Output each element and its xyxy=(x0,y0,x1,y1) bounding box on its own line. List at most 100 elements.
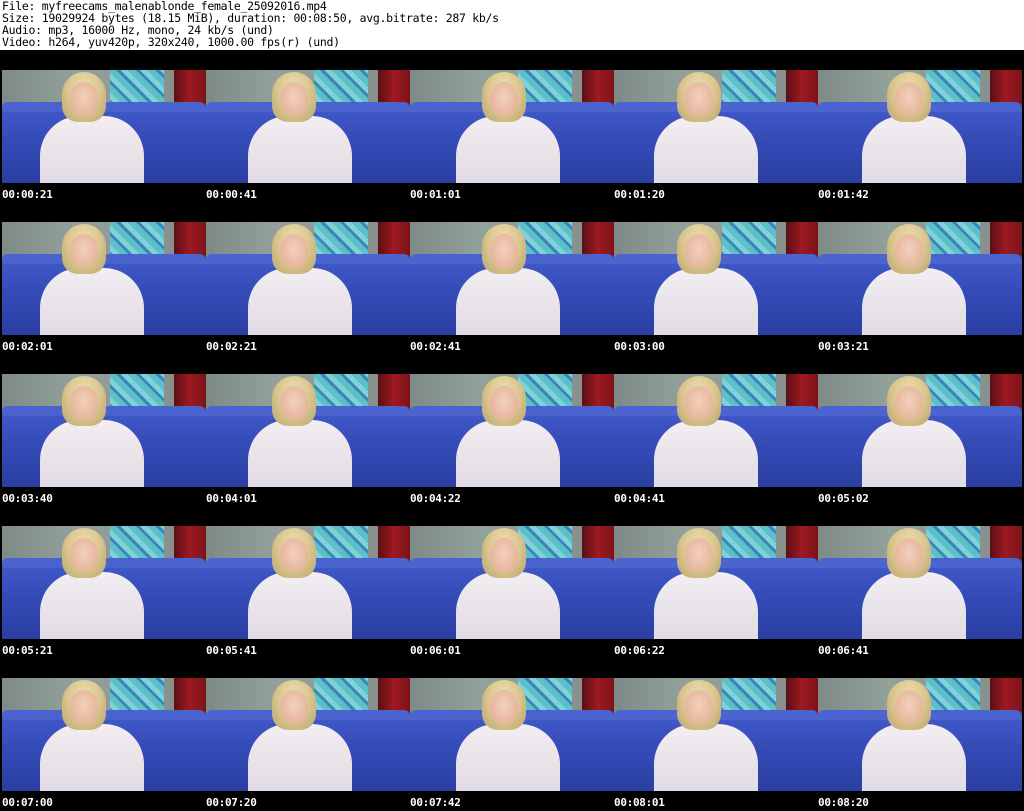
timestamp-label: 00:01:20 xyxy=(614,188,665,201)
person-shirt xyxy=(248,116,352,183)
thumbnail-cell: 00:05:41 xyxy=(204,506,410,658)
thumbnail-cell: 00:08:01 xyxy=(612,658,818,810)
person-face xyxy=(280,690,308,724)
person-face xyxy=(70,234,98,268)
person-shirt xyxy=(248,572,352,639)
person-face xyxy=(490,234,518,268)
video-frame-thumbnail xyxy=(614,374,818,487)
person-face xyxy=(685,386,713,420)
video-frame-thumbnail xyxy=(614,222,818,335)
timestamp-label: 00:03:00 xyxy=(614,340,665,353)
video-frame-thumbnail xyxy=(206,526,410,639)
thumbnail-cell: 00:05:21 xyxy=(0,506,206,658)
person-shirt xyxy=(40,724,144,791)
thumbnail-grid: 00:00:21 00:00:41 00:01:01 00:01:20 00:01:42… xyxy=(0,50,1024,811)
thumbnail-cell: 00:07:42 xyxy=(408,658,614,810)
video-frame-thumbnail xyxy=(2,526,206,639)
video-frame-thumbnail xyxy=(206,70,410,183)
timestamp-label: 00:00:21 xyxy=(2,188,53,201)
person-shirt xyxy=(862,420,966,487)
thumbnail-cell: 00:04:41 xyxy=(612,354,818,506)
person-face xyxy=(70,538,98,572)
person-face xyxy=(490,82,518,116)
thumbnail-cell: 00:06:01 xyxy=(408,506,614,658)
person-face xyxy=(685,538,713,572)
timestamp-label: 00:06:01 xyxy=(410,644,461,657)
person-face xyxy=(895,538,923,572)
person-shirt xyxy=(862,116,966,183)
thumbnail-cell: 00:07:20 xyxy=(204,658,410,810)
person-shirt xyxy=(862,724,966,791)
person-shirt xyxy=(862,268,966,335)
video-frame-thumbnail xyxy=(2,70,206,183)
video-frame-thumbnail xyxy=(818,678,1022,791)
thumbnail-cell: 00:08:20 xyxy=(816,658,1022,810)
video-frame-thumbnail xyxy=(410,374,614,487)
person-shirt xyxy=(248,420,352,487)
person-face xyxy=(70,82,98,116)
thumbnail-cell: 00:03:40 xyxy=(0,354,206,506)
file-info-header: File: myfreecams_malenablonde_female_250… xyxy=(0,0,1024,50)
timestamp-label: 00:07:42 xyxy=(410,796,461,809)
video-frame-thumbnail xyxy=(410,678,614,791)
person-face xyxy=(895,234,923,268)
video-frame-thumbnail xyxy=(614,678,818,791)
timestamp-label: 00:08:20 xyxy=(818,796,869,809)
thumbnail-cell: 00:06:22 xyxy=(612,506,818,658)
thumbnail-cell: 00:01:01 xyxy=(408,50,614,202)
person-shirt xyxy=(654,268,758,335)
video-frame-thumbnail xyxy=(614,526,818,639)
timestamp-label: 00:07:20 xyxy=(206,796,257,809)
person-face xyxy=(70,386,98,420)
person-face xyxy=(685,82,713,116)
person-shirt xyxy=(248,268,352,335)
timestamp-label: 00:05:21 xyxy=(2,644,53,657)
video-info-line: Video: h264, yuv420p, 320x240, 1000.00 f… xyxy=(2,35,340,49)
timestamp-label: 00:04:22 xyxy=(410,492,461,505)
person-face xyxy=(895,82,923,116)
timestamp-label: 00:04:41 xyxy=(614,492,665,505)
person-shirt xyxy=(40,268,144,335)
person-shirt xyxy=(862,572,966,639)
video-frame-thumbnail xyxy=(206,374,410,487)
thumbnail-cell: 00:00:41 xyxy=(204,50,410,202)
timestamp-label: 00:02:41 xyxy=(410,340,461,353)
video-frame-thumbnail xyxy=(206,222,410,335)
thumbnail-cell: 00:02:01 xyxy=(0,202,206,354)
video-frame-thumbnail xyxy=(2,678,206,791)
video-frame-thumbnail xyxy=(818,222,1022,335)
timestamp-label: 00:01:01 xyxy=(410,188,461,201)
thumbnail-cell: 00:00:21 xyxy=(0,50,206,202)
person-shirt xyxy=(456,268,560,335)
person-shirt xyxy=(456,572,560,639)
timestamp-label: 00:04:01 xyxy=(206,492,257,505)
video-frame-thumbnail xyxy=(818,70,1022,183)
timestamp-label: 00:02:01 xyxy=(2,340,53,353)
person-face xyxy=(490,538,518,572)
person-shirt xyxy=(40,116,144,183)
person-face xyxy=(490,690,518,724)
thumbnail-cell: 00:07:00 xyxy=(0,658,206,810)
thumbnail-cell: 00:01:20 xyxy=(612,50,818,202)
thumbnail-cell: 00:02:21 xyxy=(204,202,410,354)
person-face xyxy=(895,386,923,420)
person-shirt xyxy=(456,724,560,791)
timestamp-label: 00:06:41 xyxy=(818,644,869,657)
video-frame-thumbnail xyxy=(614,70,818,183)
thumbnail-cell: 00:05:02 xyxy=(816,354,1022,506)
person-face xyxy=(280,538,308,572)
person-face xyxy=(280,386,308,420)
person-shirt xyxy=(40,572,144,639)
video-frame-thumbnail xyxy=(818,526,1022,639)
timestamp-label: 00:06:22 xyxy=(614,644,665,657)
thumbnail-cell: 00:03:21 xyxy=(816,202,1022,354)
video-frame-thumbnail xyxy=(2,222,206,335)
person-face xyxy=(280,82,308,116)
person-shirt xyxy=(654,724,758,791)
video-frame-thumbnail xyxy=(410,222,614,335)
person-shirt xyxy=(456,420,560,487)
person-shirt xyxy=(248,724,352,791)
timestamp-label: 00:02:21 xyxy=(206,340,257,353)
thumbnail-cell: 00:03:00 xyxy=(612,202,818,354)
video-frame-thumbnail xyxy=(818,374,1022,487)
